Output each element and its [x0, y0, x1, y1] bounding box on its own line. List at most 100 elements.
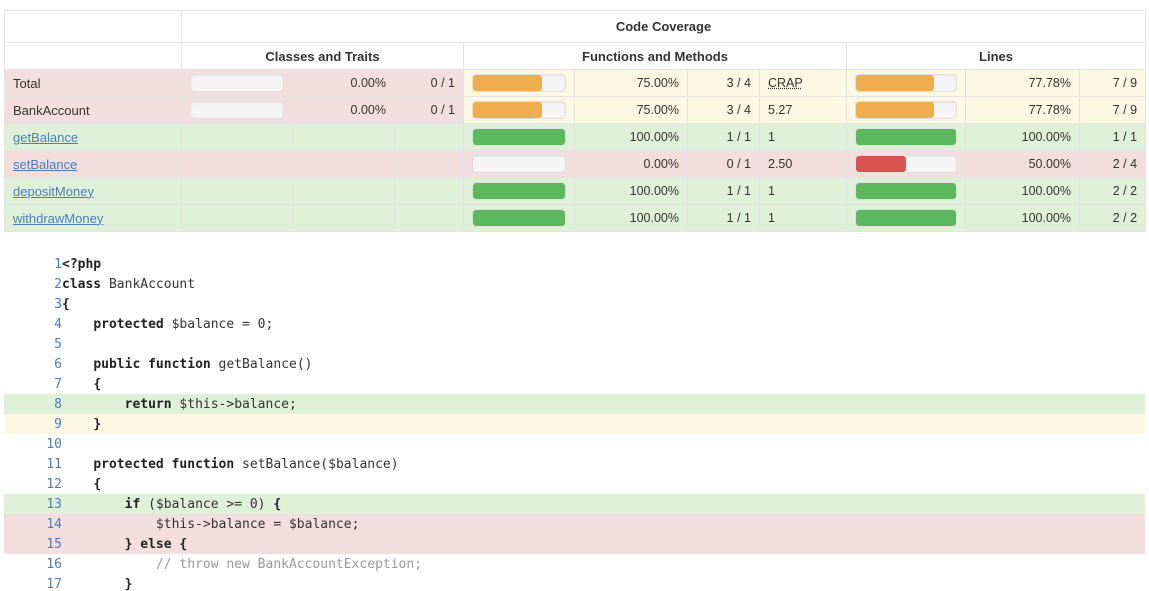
- code-line: 9 }: [4, 414, 1145, 434]
- progress-bar-lines: [855, 155, 957, 173]
- lines-ratio: 1 / 1: [1078, 123, 1147, 151]
- coverage-report-page: Code Coverage Classes and Traits Functio…: [0, 10, 1149, 591]
- progress-bar-functions: [472, 128, 566, 146]
- progress-bar-functions: [472, 74, 566, 92]
- row-name-depositMoney[interactable]: depositMoney: [4, 177, 182, 205]
- progress-bar-fill: [473, 210, 565, 226]
- coverage-table-row: Total 0.00% 0 / 1 75.00% 3 / 4 CRAP 77.78% 7 / …: [4, 69, 1147, 97]
- progress-bar-lines: [855, 74, 957, 92]
- lines-percent: 100.00%: [965, 123, 1080, 151]
- method-link-setBalance[interactable]: setBalance: [13, 157, 77, 172]
- crap-value[interactable]: CRAP: [759, 69, 847, 97]
- code-line-text: {: [62, 294, 1145, 314]
- row-name-getBalance[interactable]: getBalance: [4, 123, 182, 151]
- progress-bar-fill: [856, 156, 906, 172]
- progress-bar-fill: [856, 183, 956, 199]
- coverage-table-row: depositMoney 100.00% 1 / 1 1 100.00% 2 / 2: [4, 177, 1147, 205]
- code-line-number: 4: [4, 314, 62, 334]
- header-blank-cell: [4, 10, 182, 43]
- header-classes-and-traits: Classes and Traits: [181, 42, 464, 70]
- coverage-bar-cell-functions: [463, 123, 575, 151]
- code-line-number: 13: [4, 494, 62, 514]
- row-name-withdrawMoney[interactable]: withdrawMoney: [4, 204, 182, 232]
- coverage-bar-cell-functions: [463, 69, 575, 97]
- header-functions-and-methods: Functions and Methods: [463, 42, 847, 70]
- crap-abbr[interactable]: CRAP: [768, 76, 803, 90]
- code-line: 8 return $this->balance;: [4, 394, 1145, 414]
- code-line-number: 2: [4, 274, 62, 294]
- classes-ratio: 0 / 1: [394, 69, 464, 97]
- code-line-text: [62, 334, 1145, 354]
- lines-ratio: 2 / 2: [1078, 177, 1147, 205]
- functions-percent: 100.00%: [574, 177, 688, 205]
- code-line-text: if ($balance >= 0) {: [62, 494, 1145, 514]
- functions-percent: 75.00%: [574, 69, 688, 97]
- code-line: 14 $this->balance = $balance;: [4, 514, 1145, 534]
- source-code-listing: 1 <?php 2 class BankAccount 3{4 protected $b…: [4, 253, 1145, 591]
- code-table: 1 <?php 2 class BankAccount 3{4 protected $b…: [4, 254, 1145, 591]
- method-link-getBalance[interactable]: getBalance: [13, 130, 78, 145]
- coverage-bar-cell-classes: [181, 150, 293, 178]
- progress-bar-functions: [472, 101, 566, 119]
- lines-ratio: 2 / 2: [1078, 204, 1147, 232]
- progress-bar-functions: [472, 209, 566, 227]
- coverage-table-body: Total 0.00% 0 / 1 75.00% 3 / 4 CRAP 77.78% 7 / …: [4, 69, 1147, 232]
- progress-bar-fill: [856, 75, 934, 91]
- code-line-number: 11: [4, 454, 62, 474]
- coverage-bar-cell-lines: [846, 204, 966, 232]
- code-line-number: 9: [4, 414, 62, 434]
- functions-ratio: 0 / 1: [687, 150, 760, 178]
- method-link-depositMoney[interactable]: depositMoney: [13, 184, 94, 199]
- code-line-text: {: [62, 474, 1145, 494]
- functions-ratio: 1 / 1: [687, 177, 760, 205]
- coverage-bar-cell-lines: [846, 69, 966, 97]
- code-line-text: } else {: [62, 534, 1145, 554]
- header-empty-name-col: [4, 42, 182, 70]
- coverage-bar-cell-functions: [463, 150, 575, 178]
- row-name-BankAccount: BankAccount: [4, 96, 182, 124]
- classes-percent: [292, 204, 395, 232]
- header-lines: Lines: [845, 42, 1147, 70]
- code-line-text: }: [62, 414, 1145, 434]
- functions-percent: 75.00%: [574, 96, 688, 124]
- code-line-number: 17: [4, 574, 62, 591]
- progress-bar-fill: [473, 129, 565, 145]
- coverage-bar-cell-classes: [181, 177, 293, 205]
- lines-percent: 100.00%: [965, 177, 1080, 205]
- row-name-setBalance[interactable]: setBalance: [4, 150, 182, 178]
- classes-percent: [292, 150, 395, 178]
- functions-ratio: 3 / 4: [687, 96, 760, 124]
- code-line: 4 protected $balance = 0;: [4, 314, 1145, 334]
- coverage-bar-cell-functions: [463, 96, 575, 124]
- coverage-bar-cell-lines: [846, 150, 966, 178]
- lines-percent: 77.78%: [965, 96, 1080, 124]
- classes-ratio: 0 / 1: [394, 96, 464, 124]
- crap-value: 1: [759, 123, 847, 151]
- header-row-group-title: Code Coverage: [4, 10, 1147, 43]
- progress-bar-fill: [473, 102, 542, 118]
- code-line-number: 12: [4, 474, 62, 494]
- method-link-withdrawMoney[interactable]: withdrawMoney: [13, 211, 103, 226]
- progress-bar-fill: [856, 102, 934, 118]
- header-code-coverage: Code Coverage: [180, 10, 1147, 43]
- code-line-number: 15: [4, 534, 62, 554]
- code-line: 5: [4, 334, 1145, 354]
- code-line: 15 } else {: [4, 534, 1145, 554]
- lines-percent: 100.00%: [965, 204, 1080, 232]
- progress-bar-classes: [190, 101, 284, 119]
- code-line-text: }: [62, 574, 1145, 591]
- classes-ratio: [394, 150, 464, 178]
- code-line-text: return $this->balance;: [62, 394, 1145, 414]
- code-line-number: 3: [4, 294, 62, 314]
- progress-bar-fill: [856, 210, 956, 226]
- code-line: 7 {: [4, 374, 1145, 394]
- classes-percent: 0.00%: [292, 69, 395, 97]
- functions-ratio: 1 / 1: [687, 204, 760, 232]
- lines-ratio: 2 / 4: [1078, 150, 1147, 178]
- code-line: 17 }: [4, 574, 1145, 591]
- functions-percent: 100.00%: [574, 204, 688, 232]
- coverage-bar-cell-classes: [181, 69, 293, 97]
- code-line: 10: [4, 434, 1145, 454]
- classes-ratio: [394, 123, 464, 151]
- code-line-number: 5: [4, 334, 62, 354]
